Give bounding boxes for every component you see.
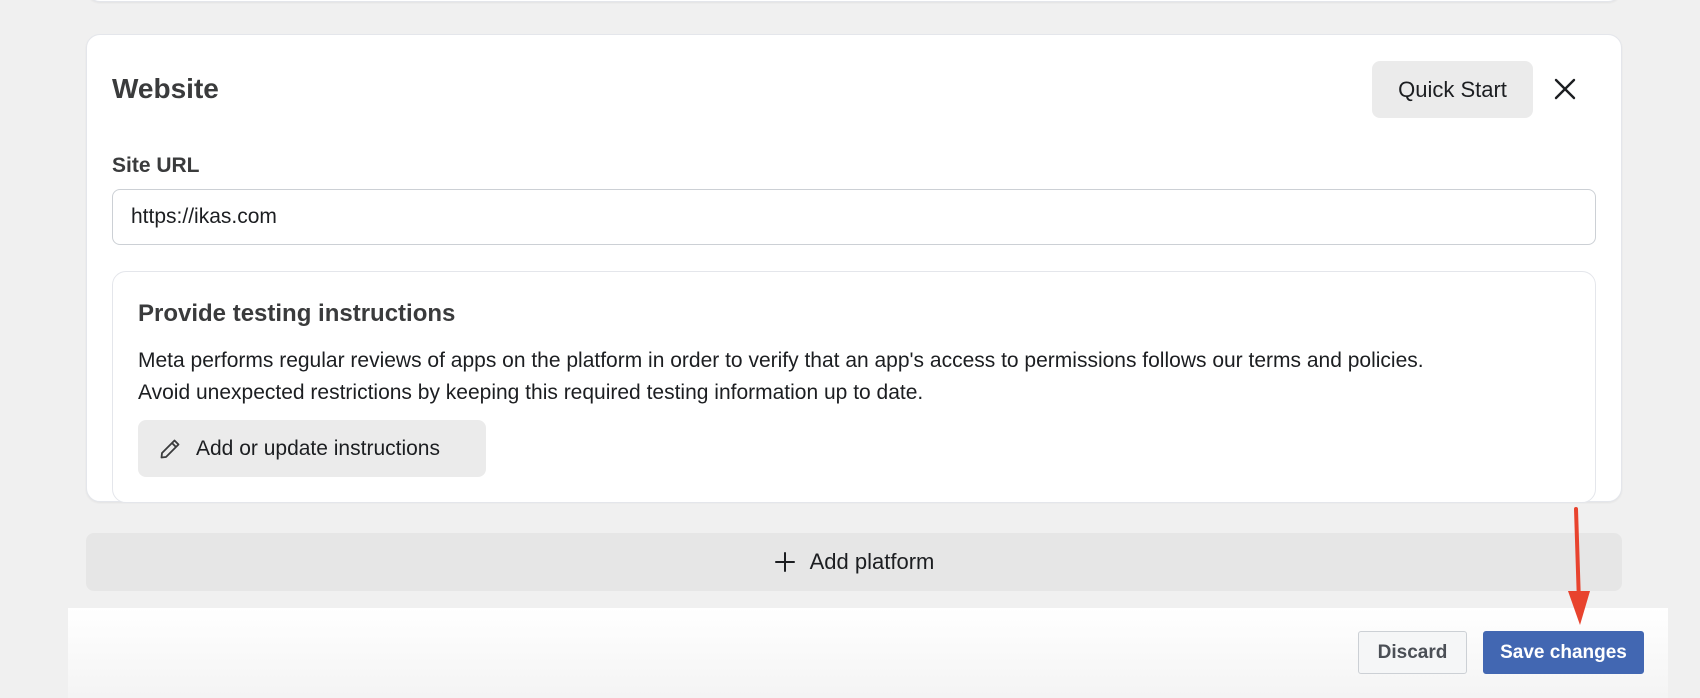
close-icon (1554, 78, 1576, 100)
testing-instructions-description: Meta performs regular reviews of apps on… (138, 345, 1578, 409)
quick-start-button[interactable]: Quick Start (1372, 61, 1533, 118)
pencil-icon (160, 439, 180, 458)
site-url-input[interactable] (112, 189, 1596, 245)
save-changes-button[interactable]: Save changes (1483, 631, 1644, 674)
site-url-label: Site URL (112, 154, 200, 177)
close-button[interactable] (1545, 69, 1585, 109)
plus-icon (774, 552, 795, 572)
description-line-2: Avoid unexpected restrictions by keeping… (138, 381, 924, 404)
card-title: Website (112, 73, 219, 104)
testing-instructions-title: Provide testing instructions (138, 300, 456, 327)
add-platform-button[interactable]: Add platform (86, 533, 1622, 591)
add-instructions-button[interactable]: Add or update instructions (138, 420, 486, 477)
discard-button[interactable]: Discard (1358, 631, 1467, 674)
testing-instructions-box: Provide testing instructions Meta perfor… (112, 271, 1596, 503)
add-platform-label: Add platform (809, 549, 935, 574)
previous-card-edge (86, 0, 1622, 2)
website-platform-card: Website Quick Start Site URL Provide tes… (86, 34, 1622, 503)
description-line-1: Meta performs regular reviews of apps on… (138, 349, 1424, 372)
add-instructions-label: Add or update instructions (196, 436, 440, 460)
